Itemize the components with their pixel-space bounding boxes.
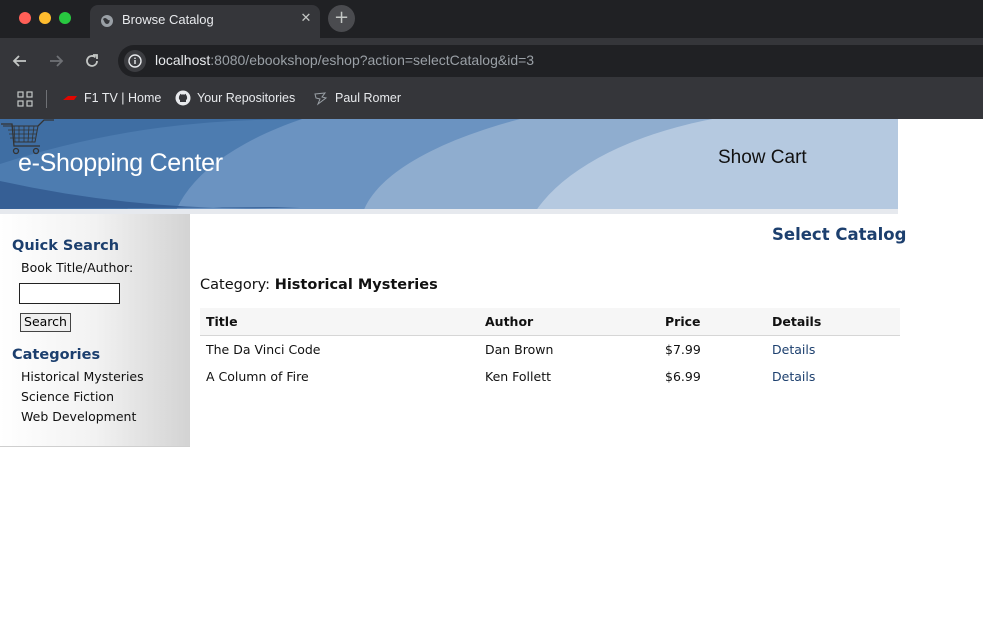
book-title: The Da Vinci Code xyxy=(206,342,321,357)
book-title-author-label: Book Title/Author: xyxy=(21,260,134,275)
quick-search-heading: Quick Search xyxy=(12,238,120,254)
table-header: Title Author Price Details xyxy=(200,308,900,336)
tab-title: Browse Catalog xyxy=(122,12,214,27)
shopping-cart-icon[interactable] xyxy=(0,119,56,157)
column-header-price: Price xyxy=(665,314,701,329)
forward-arrow-icon[interactable] xyxy=(46,51,66,71)
bookmark-label: F1 TV | Home xyxy=(84,91,162,105)
book-price: $7.99 xyxy=(665,342,701,357)
category-link-web-development[interactable]: Web Development xyxy=(21,409,136,424)
site-info-icon[interactable] xyxy=(124,50,146,72)
categories-heading: Categories xyxy=(12,347,101,363)
apps-grid-icon[interactable] xyxy=(17,91,33,107)
bookmark-label: Paul Romer xyxy=(335,91,401,105)
category-label: Category: xyxy=(200,277,271,293)
github-icon xyxy=(175,90,191,106)
category-link-science-fiction[interactable]: Science Fiction xyxy=(21,389,114,404)
column-header-title: Title xyxy=(206,314,238,329)
tab-close-icon[interactable]: ✕ xyxy=(298,11,314,27)
table-row: The Da Vinci Code Dan Brown $7.99 Detail… xyxy=(200,336,900,363)
column-header-details: Details xyxy=(772,314,822,329)
column-header-author: Author xyxy=(485,314,534,329)
browser-tab-strip: Browse Catalog ✕ + xyxy=(0,0,983,38)
url-host: localhost xyxy=(155,52,211,68)
sidebar: Quick Search Book Title/Author: Search C… xyxy=(0,214,190,447)
window-zoom-button[interactable] xyxy=(59,12,71,24)
bookmark-paul-romer[interactable]: Paul Romer xyxy=(313,84,401,112)
reload-icon[interactable] xyxy=(82,51,102,71)
book-price: $6.99 xyxy=(665,369,701,384)
page-title: Select Catalog xyxy=(772,225,907,244)
bookmark-f1-tv[interactable]: F1 TV | Home xyxy=(62,84,161,112)
bookmarks-divider xyxy=(46,90,47,108)
window-minimize-button[interactable] xyxy=(39,12,51,24)
search-button[interactable]: Search xyxy=(20,313,71,332)
site-banner: e-Shopping Center Show Cart xyxy=(0,119,898,209)
category-name: Historical Mysteries xyxy=(274,277,438,293)
book-table: Title Author Price Details The Da Vinci … xyxy=(200,308,900,390)
details-link[interactable]: Details xyxy=(772,342,815,357)
back-arrow-icon[interactable] xyxy=(10,51,30,71)
browser-tab-active[interactable]: Browse Catalog ✕ xyxy=(90,5,320,38)
url-path: :8080/ebookshop/eshop?action=selectCatal… xyxy=(210,52,535,68)
show-cart-link[interactable]: Show Cart xyxy=(718,147,807,169)
table-row: A Column of Fire Ken Follett $6.99 Detai… xyxy=(200,363,900,390)
search-input[interactable] xyxy=(19,283,120,304)
f1-icon xyxy=(63,96,77,100)
bookmark-favicon-icon xyxy=(314,92,328,106)
bookmark-your-repositories[interactable]: Your Repositories xyxy=(175,84,295,112)
new-tab-button[interactable]: + xyxy=(328,5,355,32)
window-close-button[interactable] xyxy=(19,12,31,24)
book-title: A Column of Fire xyxy=(206,369,309,384)
details-link[interactable]: Details xyxy=(772,369,815,384)
globe-icon xyxy=(101,15,113,27)
url-text[interactable]: localhost:8080/ebookshop/eshop?action=se… xyxy=(155,52,534,68)
book-author: Ken Follett xyxy=(485,369,551,384)
book-author: Dan Brown xyxy=(485,342,554,357)
category-link-historical-mysteries[interactable]: Historical Mysteries xyxy=(21,369,144,384)
bookmark-label: Your Repositories xyxy=(197,91,296,105)
category-line: Category: Historical Mysteries xyxy=(200,277,438,293)
browser-toolbar: localhost:8080/ebookshop/eshop?action=se… xyxy=(0,38,983,84)
address-bar[interactable]: localhost:8080/ebookshop/eshop?action=se… xyxy=(118,45,983,77)
bookmarks-bar: F1 TV | Home Your Repositories Paul Rome… xyxy=(0,84,983,119)
